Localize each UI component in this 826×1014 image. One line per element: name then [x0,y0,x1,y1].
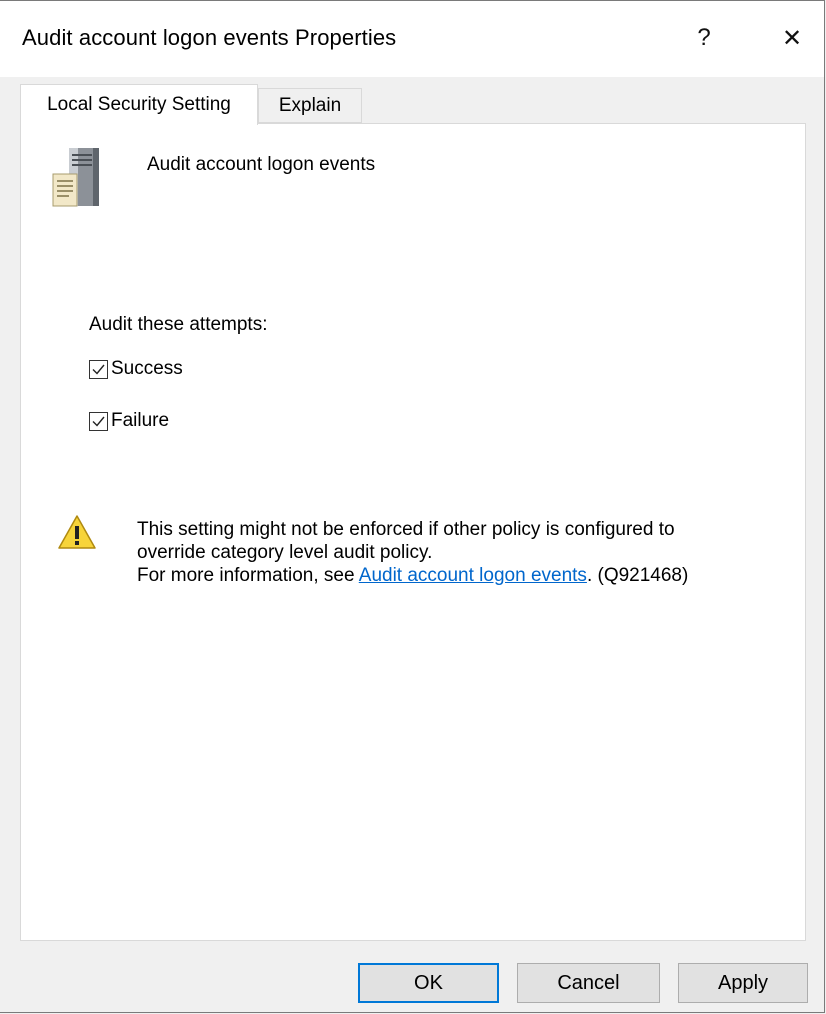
properties-dialog: Audit account logon events Properties ? … [0,0,825,1013]
checkmark-icon [92,416,105,427]
success-label: Success [111,358,183,379]
tab-explain[interactable]: Explain [258,88,362,123]
failure-label: Failure [111,410,170,431]
failure-checkbox-row[interactable]: Failure [89,410,169,432]
warning-line-2: override category level audit policy. [137,542,433,563]
failure-checkbox[interactable] [89,411,108,431]
help-icon: ? [697,24,711,51]
help-button[interactable]: ? [676,15,732,61]
warning-icon [58,515,96,549]
warning-line-3-prefix: For more information, see [137,565,359,586]
close-icon: ✕ [781,24,803,52]
cancel-button[interactable]: Cancel [517,963,660,1003]
audit-help-link[interactable]: Audit account logon events [359,565,587,586]
server-policy-icon [52,148,99,207]
title-bar[interactable]: Audit account logon events Properties ? … [0,1,824,77]
warning-line-1: This setting might not be enforced if ot… [137,519,675,540]
tab-local-security-setting[interactable]: Local Security Setting [20,84,258,125]
window-title: Audit account logon events Properties [22,25,397,50]
warning-message: This setting might not be enforced if ot… [137,518,777,587]
tab-panel: Audit account logon events Audit these a… [20,123,806,941]
warning-line-3-suffix: . (Q921468) [586,565,689,586]
policy-name: Audit account logon events [147,154,376,175]
ok-button[interactable]: OK [358,963,499,1003]
checkmark-icon [92,364,105,375]
success-checkbox[interactable] [89,359,108,379]
success-checkbox-row[interactable]: Success [89,358,183,380]
audit-attempts-label: Audit these attempts: [89,314,268,335]
warning-line-3: For more information, see Audit account … [137,564,777,587]
close-button[interactable]: ✕ [764,15,820,61]
apply-button[interactable]: Apply [678,963,808,1003]
